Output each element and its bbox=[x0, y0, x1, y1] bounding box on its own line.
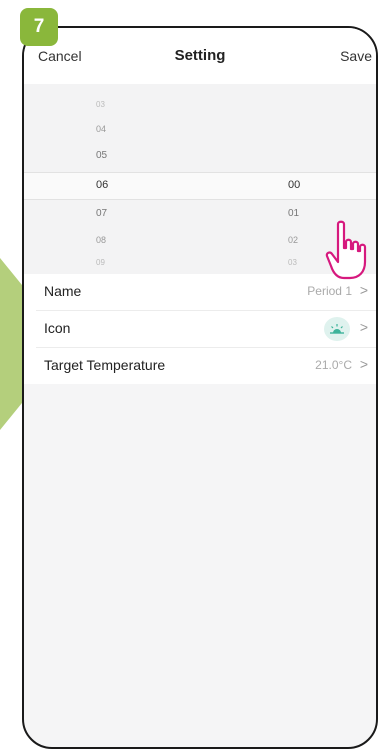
picker-minute[interactable]: 03 bbox=[288, 258, 297, 267]
picker-minute[interactable]: 01 bbox=[288, 208, 299, 219]
picker-hour[interactable]: 09 bbox=[96, 258, 105, 267]
picker-hour[interactable]: 04 bbox=[96, 124, 106, 134]
phone-screen: Cancel Setting Save 03 04 05 06 07 08 09… bbox=[22, 26, 378, 749]
row-label: Icon bbox=[44, 320, 71, 336]
pointing-hand-icon bbox=[325, 220, 367, 280]
row-label: Name bbox=[44, 283, 82, 299]
settings-row-icon[interactable]: Icon > bbox=[36, 311, 376, 348]
picker-hour[interactable]: 08 bbox=[96, 235, 106, 245]
picker-hour-selected[interactable]: 06 bbox=[96, 179, 108, 191]
nav-bar: Cancel Setting Save bbox=[24, 28, 376, 84]
chevron-right-icon: > bbox=[359, 282, 368, 298]
chevron-right-icon: > bbox=[359, 356, 368, 372]
picker-selection-band bbox=[24, 172, 376, 200]
step-badge: 7 bbox=[20, 8, 58, 46]
picker-hour[interactable]: 03 bbox=[96, 100, 105, 109]
picker-minute[interactable]: 02 bbox=[288, 235, 298, 245]
row-value: 21.0°C bbox=[315, 358, 352, 372]
chevron-right-icon: > bbox=[359, 319, 368, 335]
picker-hour[interactable]: 07 bbox=[96, 208, 107, 219]
page-title: Setting bbox=[174, 47, 226, 64]
settings-row-target-temperature[interactable]: Target Temperature 21.0°C > bbox=[36, 348, 376, 384]
picker-minute-selected[interactable]: 00 bbox=[288, 179, 300, 191]
row-value: Period 1 bbox=[307, 284, 352, 298]
picker-hour[interactable]: 05 bbox=[96, 150, 107, 161]
save-button[interactable]: Save bbox=[340, 48, 372, 64]
row-label: Target Temperature bbox=[44, 357, 166, 373]
settings-list: Name Period 1 > Icon > Target Temperatur… bbox=[24, 274, 376, 384]
sunrise-icon bbox=[324, 317, 350, 341]
